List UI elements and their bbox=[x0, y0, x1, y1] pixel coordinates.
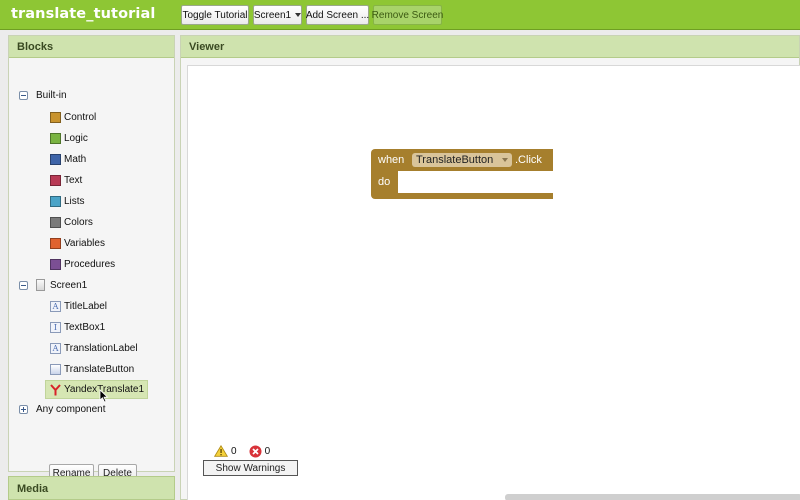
media-panel[interactable]: Media bbox=[8, 476, 175, 500]
tree-item-textbox1[interactable]: I TextBox1 bbox=[50, 319, 105, 335]
error-count: 0 bbox=[264, 445, 271, 457]
tree-item-screen1[interactable]: Screen1 bbox=[19, 277, 87, 293]
viewer-panel: Viewer when TranslateButton .Click do 0 bbox=[180, 35, 800, 500]
tree-item-label: Logic bbox=[64, 132, 88, 144]
screen-select-label: Screen1 bbox=[253, 9, 292, 21]
tree-item-yandextranslate1[interactable]: YandexTranslate1 bbox=[45, 380, 149, 399]
blocks-panel-title: Blocks bbox=[9, 36, 174, 58]
tree-item-label: Lists bbox=[64, 195, 85, 207]
tree-item-label: TranslateButton bbox=[64, 363, 135, 375]
tree-item-any-component[interactable]: Any component bbox=[19, 401, 106, 417]
tree-item-label: Control bbox=[64, 111, 97, 123]
media-panel-title: Media bbox=[17, 483, 49, 495]
tree-item-label: TranslationLabel bbox=[64, 342, 138, 354]
expand-icon[interactable] bbox=[19, 404, 28, 414]
blocks-tree: Built-in Control Logic Math Text Lists C… bbox=[9, 58, 174, 482]
yandex-translate-icon bbox=[50, 383, 61, 396]
textbox-icon: I bbox=[50, 321, 61, 333]
tree-item-label: Text bbox=[64, 174, 83, 186]
show-warnings-button[interactable]: Show Warnings bbox=[203, 460, 298, 476]
when-keyword: when bbox=[378, 154, 405, 166]
component-dropdown[interactable]: TranslateButton bbox=[412, 153, 512, 167]
remove-screen-button[interactable]: Remove Screen bbox=[372, 5, 443, 25]
tree-item-label: Colors bbox=[64, 216, 93, 228]
text-swatch-icon bbox=[50, 174, 61, 186]
tree-item-colors[interactable]: Colors bbox=[50, 214, 93, 230]
warning-count: 0 bbox=[231, 445, 237, 457]
tree-item-titlelabel[interactable]: A TitleLabel bbox=[50, 298, 107, 314]
toggle-tutorial-button[interactable]: Toggle Tutorial bbox=[181, 5, 249, 25]
tree-item-text[interactable]: Text bbox=[50, 172, 82, 188]
click-event-block[interactable]: when TranslateButton .Click do bbox=[371, 149, 553, 199]
tree-item-control[interactable]: Control bbox=[50, 109, 96, 125]
tree-item-logic[interactable]: Logic bbox=[50, 130, 88, 146]
tree-item-label: Procedures bbox=[64, 258, 116, 270]
label-icon: A bbox=[50, 300, 61, 312]
tree-item-label: TitleLabel bbox=[64, 300, 107, 312]
horizontal-scrollbar[interactable] bbox=[505, 494, 800, 500]
tree-item-label: Variables bbox=[64, 237, 105, 249]
chevron-down-icon bbox=[295, 13, 302, 17]
tree-item-label: Built-in bbox=[36, 89, 67, 101]
tree-item-translationlabel[interactable]: A TranslationLabel bbox=[50, 340, 138, 356]
label-icon: A bbox=[50, 342, 61, 354]
tree-item-procedures[interactable]: Procedures bbox=[50, 256, 115, 272]
logic-swatch-icon bbox=[50, 132, 61, 144]
tree-item-translatebutton[interactable]: TranslateButton bbox=[50, 361, 134, 377]
component-dropdown-label: TranslateButton bbox=[416, 154, 494, 166]
procedures-swatch-icon bbox=[50, 258, 61, 270]
tree-item-label: Screen1 bbox=[50, 279, 88, 291]
project-title: translate_tutorial bbox=[11, 6, 156, 22]
do-statement-slot[interactable] bbox=[398, 171, 553, 193]
colors-swatch-icon bbox=[50, 216, 61, 228]
warning-icon bbox=[214, 445, 228, 457]
screen-icon bbox=[36, 279, 45, 291]
math-swatch-icon bbox=[50, 153, 61, 165]
top-toolbar: translate_tutorial Toggle Tutorial Scree… bbox=[0, 0, 800, 30]
add-screen-button[interactable]: Add Screen ... bbox=[306, 5, 369, 25]
viewer-panel-title: Viewer bbox=[181, 36, 799, 58]
error-icon bbox=[249, 445, 262, 457]
collapse-icon[interactable] bbox=[19, 90, 28, 100]
tree-item-lists[interactable]: Lists bbox=[50, 193, 85, 209]
screen-select-dropdown[interactable]: Screen1 bbox=[253, 5, 302, 25]
tree-item-math[interactable]: Math bbox=[50, 151, 86, 167]
event-name: .Click bbox=[515, 154, 542, 166]
lists-swatch-icon bbox=[50, 195, 61, 207]
blocks-workspace[interactable]: when TranslateButton .Click do 0 0 Show … bbox=[187, 65, 800, 500]
control-swatch-icon bbox=[50, 111, 61, 123]
blocks-panel: Blocks Built-in Control Logic Math Text … bbox=[8, 35, 175, 482]
tree-item-label: Any component bbox=[36, 403, 106, 415]
warning-indicators: 0 0 bbox=[214, 443, 282, 459]
tree-item-builtin[interactable]: Built-in bbox=[19, 87, 67, 103]
tree-item-label: Math bbox=[64, 153, 87, 165]
variables-swatch-icon bbox=[50, 237, 61, 249]
event-block-footer bbox=[371, 193, 553, 199]
button-icon bbox=[50, 363, 61, 375]
tree-item-variables[interactable]: Variables bbox=[50, 235, 105, 251]
chevron-down-icon bbox=[502, 158, 508, 162]
collapse-icon[interactable] bbox=[19, 280, 28, 290]
do-keyword: do bbox=[378, 176, 391, 188]
tree-item-label: TextBox1 bbox=[64, 321, 106, 333]
